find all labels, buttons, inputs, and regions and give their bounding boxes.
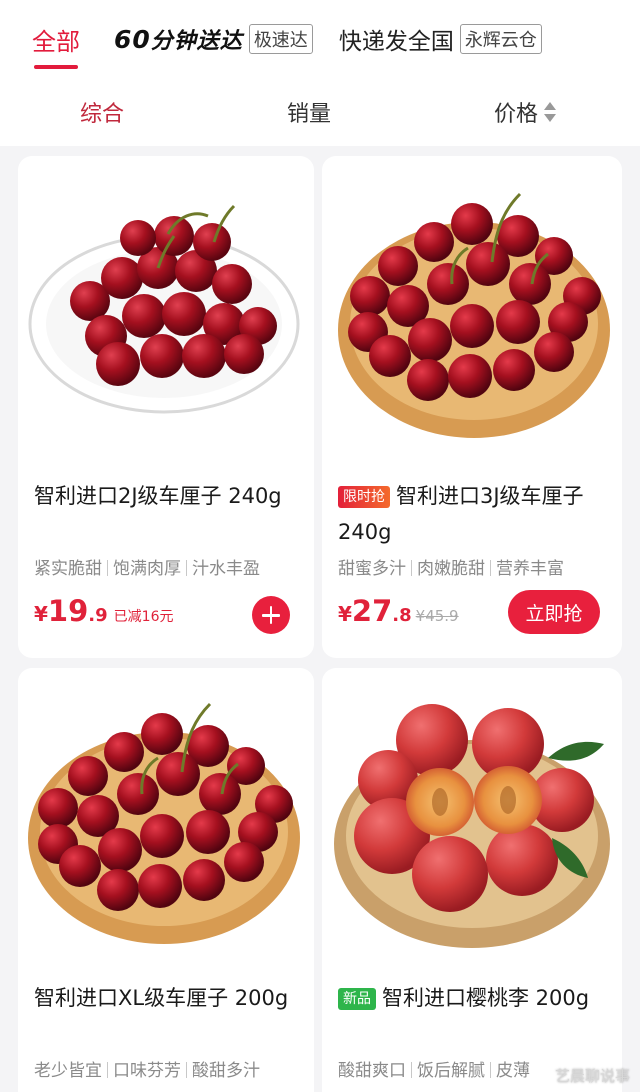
product-card[interactable]: 智利进口2J级车厘子 240g 紧实脆甜 饱满肉厚 汁水丰盈 ¥ 19 .9 已减1… — [18, 156, 314, 658]
price-row: ¥ 27 .8 ¥45.9 — [338, 594, 459, 634]
product-image[interactable] — [18, 668, 314, 958]
product-list-page: 全部 60 分钟送达 极速达 快递发全国 永辉云仓 综合 销量 价格 智利进口2… — [0, 0, 640, 1092]
feature-text: 肉嫩脆甜 — [417, 559, 485, 579]
sort-composite-label: 综合 — [80, 102, 125, 127]
tab-60-text: 分钟送达 — [150, 29, 243, 54]
product-image[interactable] — [322, 156, 622, 446]
add-to-cart-button[interactable] — [252, 596, 290, 634]
price-currency: ¥ — [34, 602, 48, 626]
product-title[interactable]: 智利进口2J级车厘子 240g — [34, 478, 304, 514]
feature-divider — [490, 1062, 491, 1078]
product-title-text: 智利进口樱桃李 200g — [382, 986, 590, 1010]
price-integer: 19 — [47, 594, 89, 628]
feature-text: 紧实脆甜 — [34, 559, 102, 579]
cherries-in-wooden-tray-image — [28, 702, 300, 944]
tab-all[interactable]: 全部 — [32, 0, 80, 78]
cherry-plums-in-basket-image — [334, 704, 610, 948]
product-features: 紧实脆甜 饱满肉厚 汁水丰盈 — [34, 554, 308, 579]
product-card[interactable]: 新品 智利进口樱桃李 200g 酸甜爽口 饭后解腻 皮薄 — [322, 668, 622, 1092]
feature-text: 皮薄 — [496, 1061, 530, 1081]
feature-text: 汁水丰盈 — [192, 559, 260, 579]
feature-text: 老少皆宜 — [34, 1061, 102, 1081]
express-badge: 极速达 — [248, 24, 313, 54]
channel-tab-bar: 全部 60 分钟送达 极速达 快递发全国 永辉云仓 — [0, 0, 640, 78]
product-title[interactable]: 限时抢 智利进口3J级车厘子 240g — [338, 478, 612, 550]
price-integer: 27 — [351, 594, 393, 628]
product-title[interactable]: 智利进口XL级车厘子 200g — [34, 980, 304, 1016]
flash-sale-tag: 限时抢 — [338, 486, 390, 508]
product-card[interactable]: 智利进口XL级车厘子 200g 老少皆宜 口味芬芳 酸甜多汁 — [18, 668, 314, 1092]
sort-bar: 综合 销量 价格 — [0, 78, 640, 146]
original-price: ¥45.9 — [415, 607, 459, 625]
sort-price[interactable]: 价格 — [494, 78, 557, 146]
feature-text: 口味芬芳 — [113, 1061, 181, 1081]
product-image[interactable] — [18, 156, 314, 446]
feature-text: 饭后解腻 — [417, 1061, 485, 1081]
sort-price-label: 价格 — [494, 102, 539, 127]
product-title-text: 智利进口2J级车厘子 240g — [34, 484, 282, 508]
tab-national-express[interactable]: 快递发全国 永辉云仓 — [339, 0, 542, 78]
feature-text: 酸甜爽口 — [338, 1061, 406, 1081]
tab-all-label: 全部 — [32, 27, 80, 56]
feature-divider — [490, 560, 491, 576]
sort-sales-label: 销量 — [287, 102, 332, 127]
feature-divider — [186, 560, 187, 576]
feature-divider — [411, 560, 412, 576]
feature-divider — [186, 1062, 187, 1078]
tab-60-number: 60 — [114, 24, 151, 54]
product-title-text: 智利进口XL级车厘子 200g — [34, 986, 289, 1010]
tab-60-minute-delivery[interactable]: 60 分钟送达 极速达 — [114, 0, 313, 78]
product-features: 甜蜜多汁 肉嫩脆甜 营养丰富 — [338, 554, 616, 579]
feature-divider — [107, 1062, 108, 1078]
price-decimal: .9 — [88, 605, 108, 626]
price-row: ¥ 19 .9 已减16元 — [34, 594, 173, 634]
feature-text: 甜蜜多汁 — [338, 559, 406, 579]
product-features: 老少皆宜 口味芬芳 酸甜多汁 — [34, 1056, 308, 1081]
price-decimal: .8 — [392, 605, 412, 626]
grab-now-button[interactable]: 立即抢 — [508, 590, 600, 634]
discount-note: 已减16元 — [113, 609, 174, 625]
price-currency: ¥ — [338, 602, 352, 626]
watermark: 艺晨聊说事 — [554, 1067, 630, 1085]
sort-sales[interactable]: 销量 — [287, 78, 331, 146]
product-card[interactable]: 限时抢 智利进口3J级车厘子 240g 甜蜜多汁 肉嫩脆甜 营养丰富 ¥ 27 .8 … — [322, 156, 622, 658]
product-title[interactable]: 新品 智利进口樱桃李 200g — [338, 980, 612, 1016]
sort-arrows-icon — [544, 101, 557, 123]
tab-national-label: 快递发全国 — [338, 29, 454, 55]
feature-divider — [411, 1062, 412, 1078]
feature-divider — [107, 560, 108, 576]
active-tab-underline — [34, 65, 78, 69]
sort-composite[interactable]: 综合 — [80, 78, 124, 146]
cherries-in-wooden-tray-image — [338, 192, 610, 438]
warehouse-badge: 永辉云仓 — [459, 24, 542, 54]
feature-text: 营养丰富 — [496, 559, 564, 579]
product-image[interactable] — [322, 668, 622, 958]
feature-text: 饱满肉厚 — [113, 559, 181, 579]
new-product-tag: 新品 — [338, 988, 376, 1010]
grab-now-label: 立即抢 — [525, 602, 583, 625]
feature-text: 酸甜多汁 — [192, 1061, 260, 1081]
cherries-on-plate-image — [28, 204, 300, 414]
